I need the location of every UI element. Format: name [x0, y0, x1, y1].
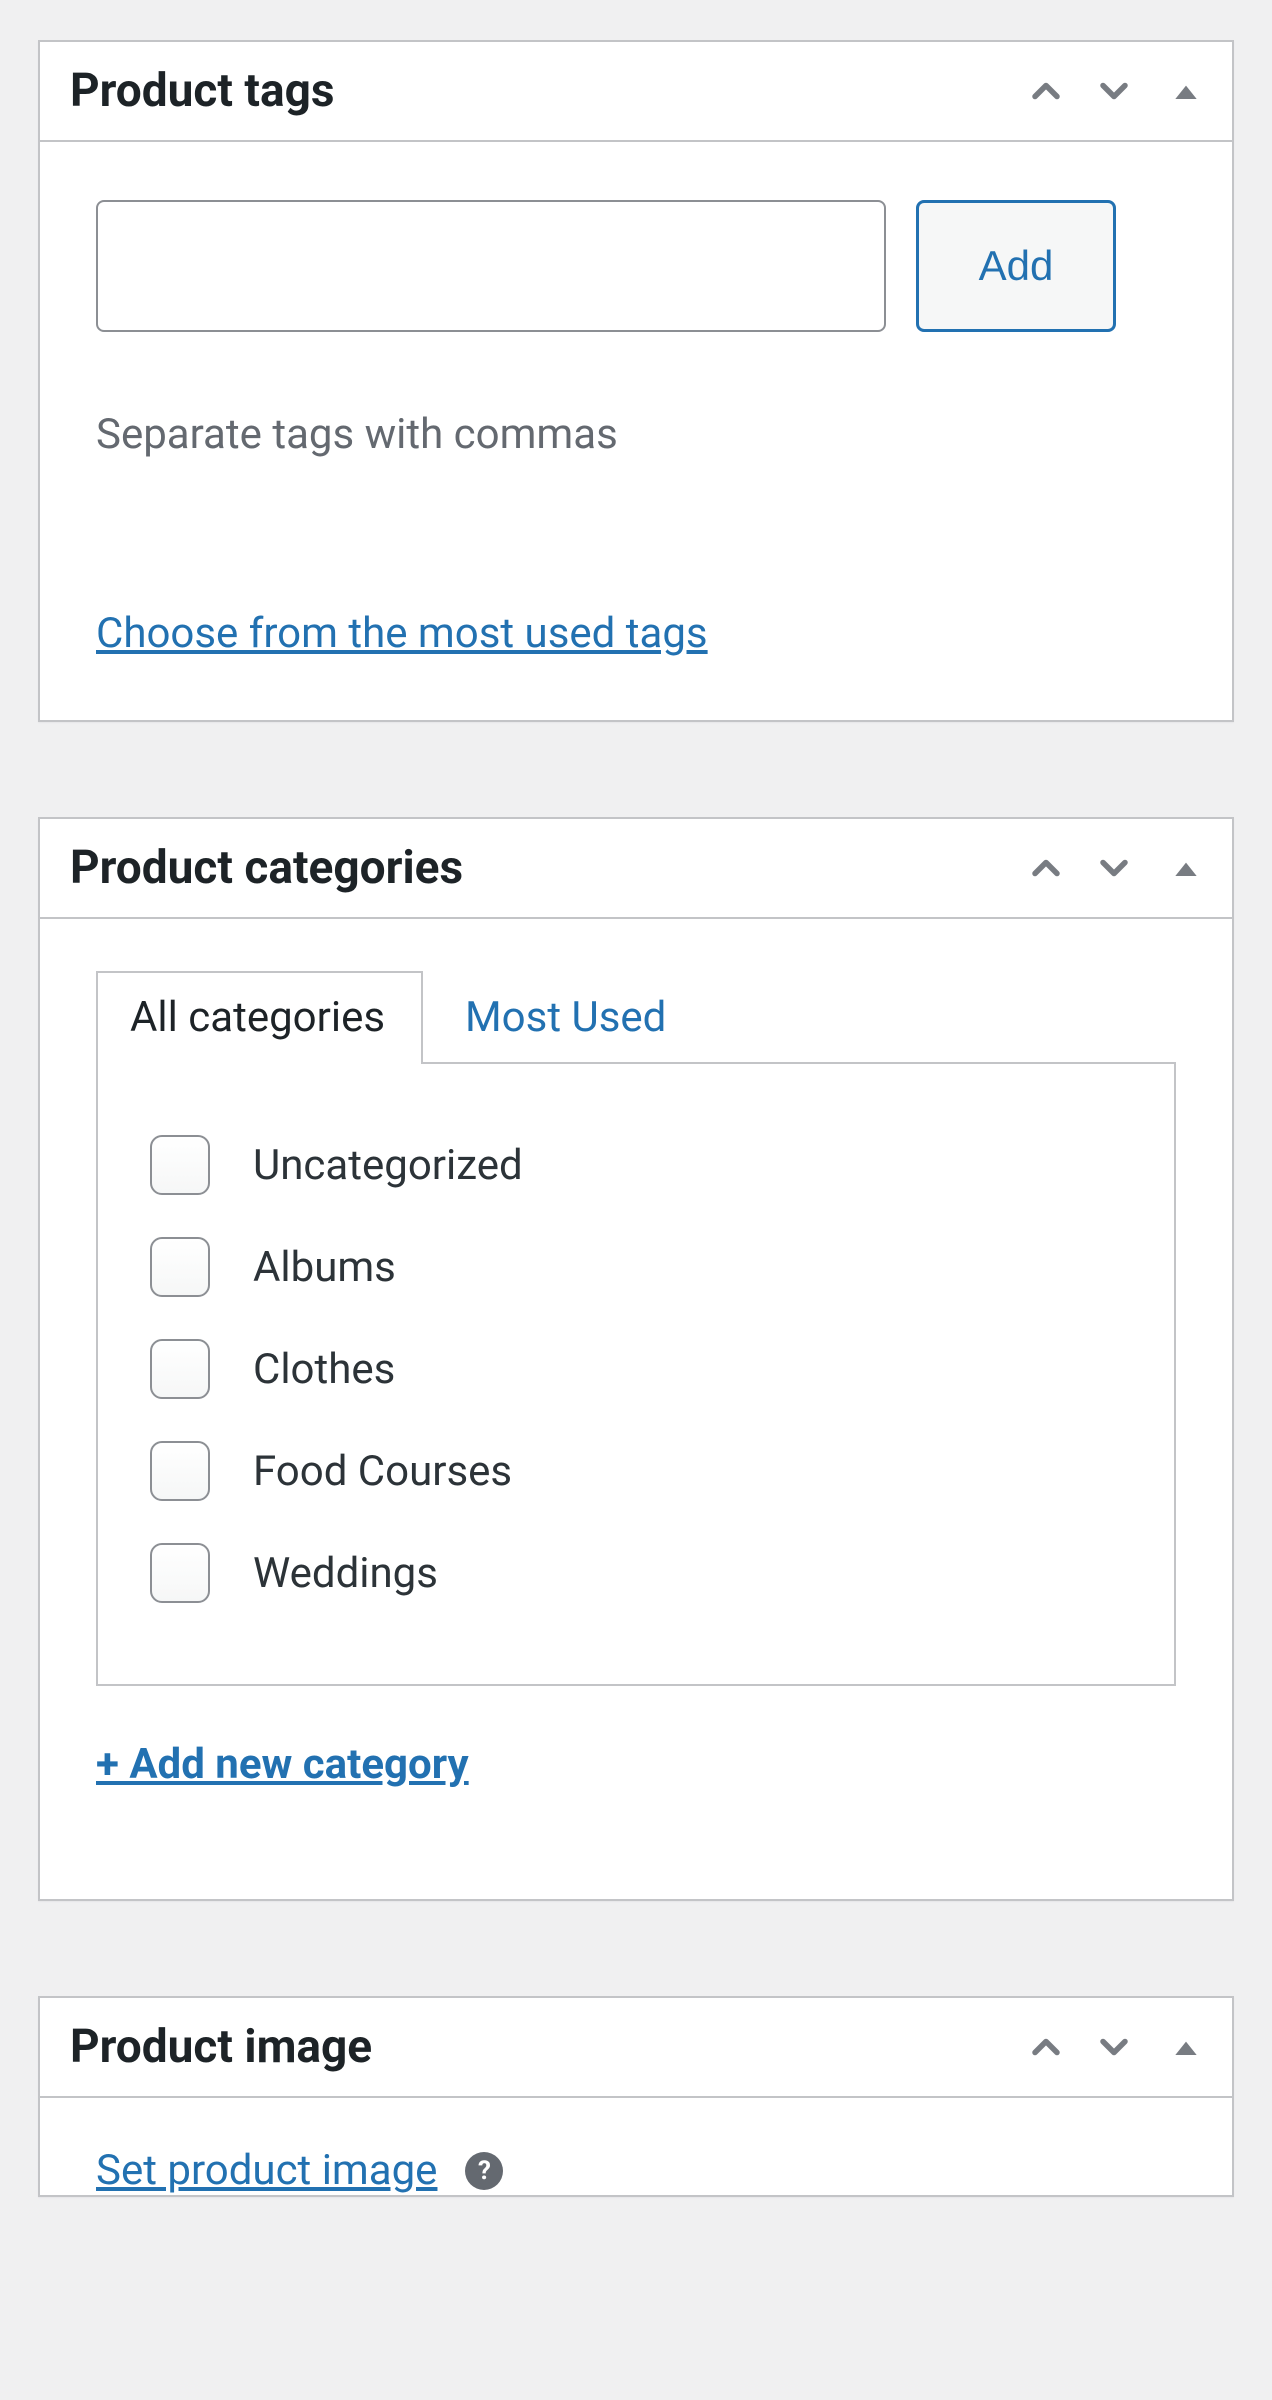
- help-icon[interactable]: ?: [465, 2152, 503, 2190]
- product-tags-title: Product tags: [70, 64, 334, 118]
- tags-help-text: Separate tags with commas: [96, 410, 1176, 459]
- choose-most-used-tags-link[interactable]: Choose from the most used tags: [96, 609, 708, 658]
- panel-move-down-icon[interactable]: [1092, 846, 1136, 890]
- category-item: Weddings: [146, 1522, 1126, 1624]
- product-image-title: Product image: [70, 2020, 372, 2074]
- panel-move-down-icon[interactable]: [1092, 69, 1136, 113]
- panel-toggle-icon[interactable]: [1170, 852, 1202, 884]
- set-product-image-link[interactable]: Set product image: [96, 2146, 437, 2195]
- panel-move-up-icon[interactable]: [1024, 69, 1068, 113]
- product-categories-controls: [1024, 846, 1202, 890]
- product-image-panel: Product image Set product image ?: [38, 1996, 1234, 2197]
- category-label[interactable]: Clothes: [253, 1345, 395, 1394]
- panel-toggle-icon[interactable]: [1170, 75, 1202, 107]
- category-checkbox[interactable]: [150, 1237, 210, 1297]
- add-tag-button[interactable]: Add: [916, 200, 1116, 332]
- category-item: Food Courses: [146, 1420, 1126, 1522]
- product-image-body: Set product image ?: [40, 2098, 1232, 2195]
- category-checkbox[interactable]: [150, 1543, 210, 1603]
- product-categories-header: Product categories: [40, 819, 1232, 919]
- product-tags-header: Product tags: [40, 42, 1232, 142]
- panel-toggle-icon[interactable]: [1170, 2031, 1202, 2063]
- category-label[interactable]: Weddings: [253, 1549, 438, 1598]
- panel-move-up-icon[interactable]: [1024, 2025, 1068, 2069]
- category-item: Uncategorized: [146, 1114, 1126, 1216]
- category-checkbox[interactable]: [150, 1441, 210, 1501]
- product-tags-body: Add Separate tags with commas Choose fro…: [40, 142, 1232, 720]
- add-new-category-link[interactable]: + Add new category: [96, 1740, 469, 1789]
- tag-input[interactable]: [96, 200, 886, 332]
- category-label[interactable]: Food Courses: [253, 1447, 512, 1496]
- category-label[interactable]: Uncategorized: [253, 1141, 523, 1190]
- category-item: Clothes: [146, 1318, 1126, 1420]
- tab-most-used[interactable]: Most Used: [431, 971, 704, 1064]
- product-categories-title: Product categories: [70, 841, 463, 895]
- category-checkbox[interactable]: [150, 1339, 210, 1399]
- product-image-header: Product image: [40, 1998, 1232, 2098]
- category-tabs: All categories Most Used: [96, 969, 1176, 1062]
- category-list: Uncategorized Albums Clothes Food C: [146, 1114, 1126, 1624]
- product-categories-panel: Product categories All categories Most U…: [38, 817, 1234, 1901]
- product-categories-body: All categories Most Used Uncategorized A…: [40, 919, 1232, 1899]
- category-list-box: Uncategorized Albums Clothes Food C: [96, 1062, 1176, 1686]
- category-label[interactable]: Albums: [253, 1243, 396, 1292]
- category-checkbox[interactable]: [150, 1135, 210, 1195]
- category-item: Albums: [146, 1216, 1126, 1318]
- tab-all-categories[interactable]: All categories: [96, 971, 423, 1064]
- product-image-controls: [1024, 2025, 1202, 2069]
- product-tags-controls: [1024, 69, 1202, 113]
- panel-move-up-icon[interactable]: [1024, 846, 1068, 890]
- product-tags-panel: Product tags Add Separate tags with comm…: [38, 40, 1234, 722]
- panel-move-down-icon[interactable]: [1092, 2025, 1136, 2069]
